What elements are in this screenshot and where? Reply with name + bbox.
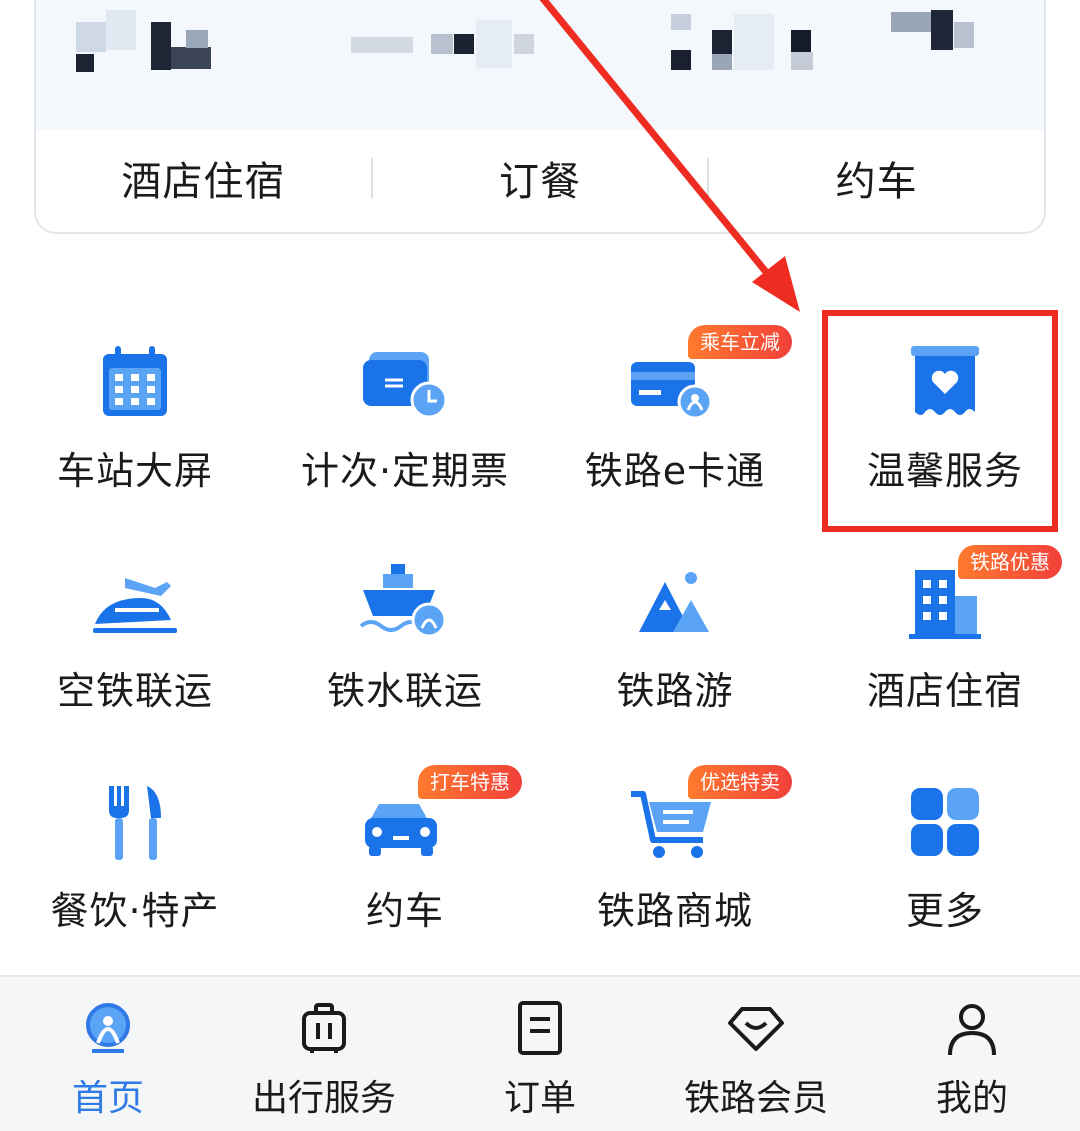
mountain-icon	[625, 560, 725, 650]
grid-more-icon	[895, 780, 995, 870]
rail-logo-icon	[86, 1003, 130, 1053]
service-mall[interactable]: 优选特卖 铁路商城	[540, 740, 810, 960]
car-icon	[355, 780, 455, 870]
quick-links-row: 酒店住宿 订餐 约车	[36, 132, 1044, 224]
service-label: 空铁联运	[56, 669, 213, 713]
service-car[interactable]: 打车特惠 约车	[270, 740, 540, 960]
service-station-screen[interactable]: 车站大屏	[0, 300, 270, 520]
service-rail-tour[interactable]: 铁路游	[540, 520, 810, 740]
ticket-clock-icon	[355, 340, 455, 430]
service-label: 酒店住宿	[866, 669, 1023, 713]
service-label: 车站大屏	[56, 449, 213, 493]
tab-home[interactable]: 首页	[0, 977, 216, 1131]
service-warm-service[interactable]: 温馨服务	[810, 300, 1080, 520]
service-hotel[interactable]: 铁路优惠 酒店住宿	[810, 520, 1080, 740]
service-label: 餐饮·特产	[50, 889, 220, 933]
rail-card-icon	[625, 340, 725, 430]
service-label: 计次·定期票	[300, 449, 510, 493]
tab-orders[interactable]: 订单	[432, 977, 648, 1131]
service-label: 铁路商城	[596, 889, 753, 933]
fork-knife-icon	[85, 780, 185, 870]
ship-rail-icon	[355, 560, 455, 650]
bottom-tab-bar: 首页 出行服务 订单 铁路会员 我的	[0, 975, 1080, 1131]
plane-train-icon	[85, 560, 185, 650]
person-icon	[948, 1004, 996, 1056]
service-label: 铁路游	[616, 669, 734, 713]
service-label: 更多	[905, 889, 984, 933]
calendar-icon	[85, 340, 185, 430]
service-more[interactable]: 更多	[810, 740, 1080, 960]
quick-link-car[interactable]: 约车	[709, 149, 1044, 207]
shopping-cart-icon	[625, 780, 725, 870]
tab-label: 首页	[71, 1078, 144, 1119]
tab-membership[interactable]: 铁路会员	[648, 977, 864, 1131]
service-label: 温馨服务	[866, 449, 1023, 493]
tab-label: 订单	[503, 1078, 576, 1119]
tab-travel-service[interactable]: 出行服务	[216, 977, 432, 1131]
service-air-rail[interactable]: 空铁联运	[0, 520, 270, 740]
hotel-icon	[895, 560, 995, 650]
service-rail-water[interactable]: 铁水联运	[270, 520, 540, 740]
diamond-icon	[728, 1007, 784, 1051]
tab-label: 铁路会员	[683, 1078, 828, 1119]
top-card: 酒店住宿 订餐 约车	[34, 0, 1046, 234]
service-rail-ecard[interactable]: 乘车立减 铁路e卡通	[540, 300, 810, 520]
order-icon	[518, 1001, 562, 1055]
service-count-ticket[interactable]: 计次·定期票	[270, 300, 540, 520]
blurred-header	[36, 0, 1044, 130]
service-food[interactable]: 餐饮·特产	[0, 740, 270, 960]
quick-link-hotel[interactable]: 酒店住宿	[36, 149, 371, 207]
service-label: 约车	[365, 889, 444, 933]
tab-profile[interactable]: 我的	[864, 977, 1080, 1131]
service-label: 铁路e卡通	[584, 449, 766, 493]
tab-label: 我的	[935, 1078, 1008, 1119]
luggage-icon	[302, 1003, 346, 1053]
tab-label: 出行服务	[251, 1078, 396, 1119]
service-label: 铁水联运	[326, 669, 483, 713]
heart-service-icon	[895, 340, 995, 430]
quick-link-meal[interactable]: 订餐	[373, 149, 708, 207]
